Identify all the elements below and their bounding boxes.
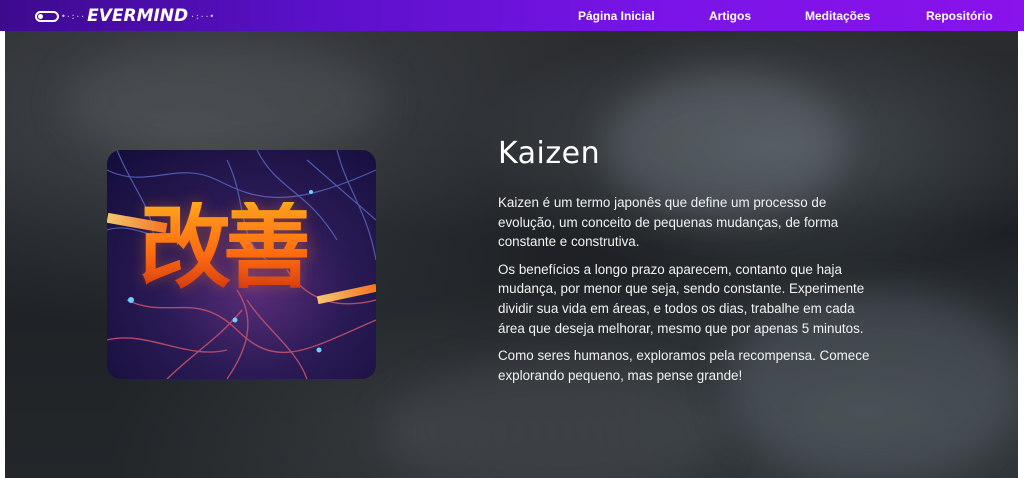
paragraph-intro: Kaizen é um termo japonês que define um … xyxy=(498,195,839,250)
nav-link-pagina-inicial[interactable]: Página Inicial xyxy=(578,9,655,23)
paragraph-benefits: Os benefícios a longo prazo aparecem, co… xyxy=(498,261,865,336)
hero-section: 改善 Kaizen Kaizen é um termo japonês que … xyxy=(5,31,1018,478)
cloud-shape xyxy=(65,41,385,161)
nav-link-repositorio[interactable]: Repositório xyxy=(926,9,993,23)
nav-links: Página Inicial Artigos Meditações Reposi… xyxy=(0,0,1024,31)
paragraph-closing: Como seres humanos, exploramos pela reco… xyxy=(498,348,870,383)
kaizen-kanji: 改善 xyxy=(139,194,315,301)
top-navbar: •·:·· EVERMIND ·:··• Página Inicial Arti… xyxy=(0,0,1024,31)
nav-link-meditacoes[interactable]: Meditações xyxy=(805,9,870,23)
page-title: Kaizen xyxy=(498,136,601,171)
kaizen-content: Kaizen Kaizen é um termo japonês que def… xyxy=(498,136,878,393)
kaizen-image: 改善 xyxy=(107,150,376,379)
nav-link-artigos[interactable]: Artigos xyxy=(709,9,751,23)
